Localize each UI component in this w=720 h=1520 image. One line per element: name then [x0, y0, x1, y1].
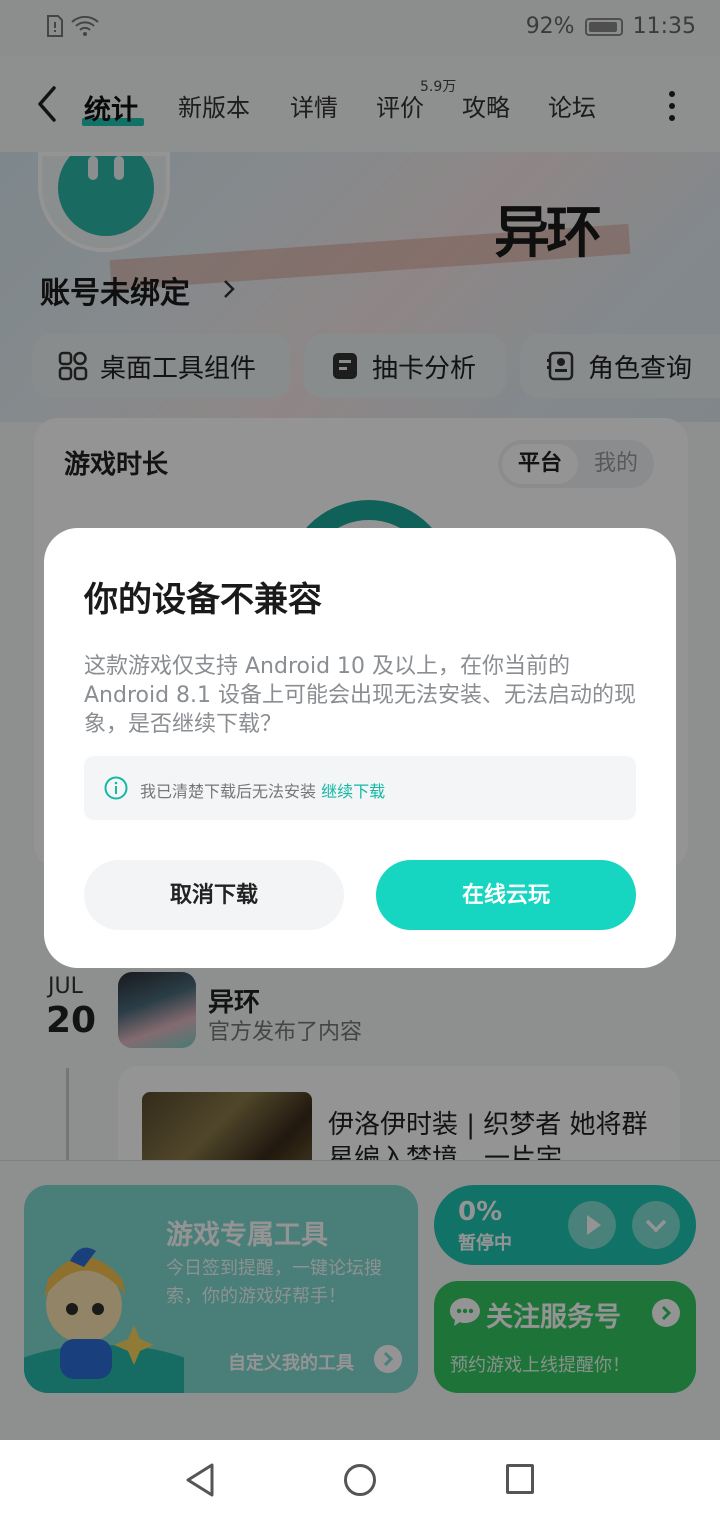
system-navigation-bar	[0, 1440, 720, 1520]
continue-download-link[interactable]: 继续下载	[321, 782, 385, 801]
system-home-icon[interactable]	[344, 1464, 376, 1496]
note-text: 我已清楚下载后无法安装	[140, 782, 317, 801]
cancel-download-button[interactable]: 取消下载	[84, 860, 344, 930]
system-recents-icon[interactable]	[506, 1464, 534, 1494]
continue-download-note: 我已清楚下载后无法安装 继续下载	[84, 756, 636, 820]
dialog-title: 你的设备不兼容	[84, 580, 322, 620]
info-icon	[104, 776, 128, 800]
dialog-message: 这款游戏仅支持 Android 10 及以上，在你当前的 Android 8.1…	[84, 654, 637, 737]
incompatible-device-dialog: 你的设备不兼容 这款游戏仅支持 Android 10 及以上，在你当前的 And…	[44, 528, 676, 968]
system-back-icon[interactable]	[184, 1462, 216, 1498]
cloud-play-button[interactable]: 在线云玩	[376, 860, 636, 930]
